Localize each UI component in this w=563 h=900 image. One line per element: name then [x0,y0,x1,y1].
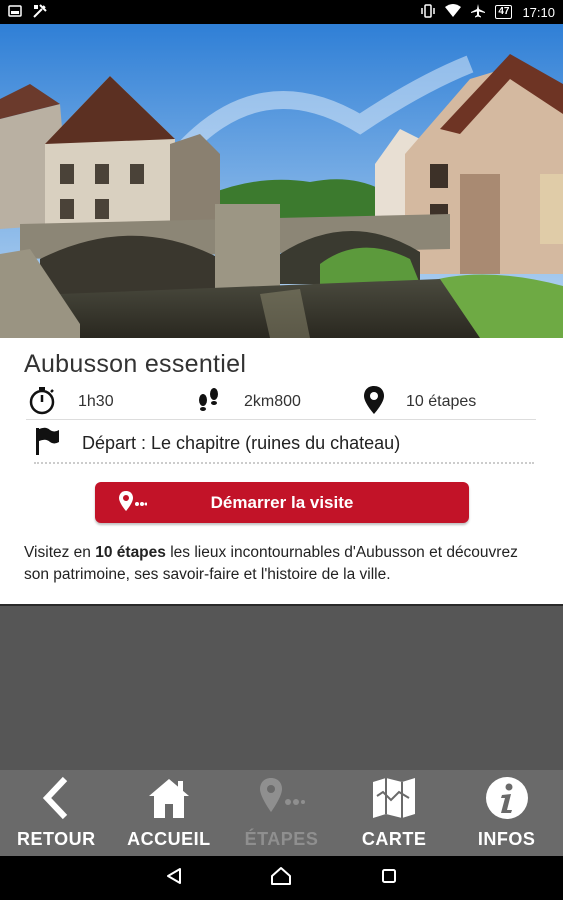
system-nav-bar [0,856,563,900]
map-icon [371,776,417,825]
nav-etapes-label: ÉTAPES [244,829,319,849]
description-prefix: Visitez en [24,544,96,561]
flag-icon [34,426,60,461]
distance-info: 2km800 [194,384,301,420]
location-pin-icon [362,385,386,420]
nav-accueil[interactable]: ACCUEIL [113,770,226,856]
square-icon [381,868,397,889]
nav-accueil-label: ACCUEIL [127,829,211,849]
start-visit-button[interactable]: Démarrer la visite [95,482,469,523]
steps-pin-icon [257,776,306,825]
bottom-nav: RETOUR ACCUEIL ÉTAPES CARTE INFOS [0,770,563,856]
battery-icon: 47 [495,5,513,19]
chevron-left-icon [41,776,71,825]
description-bold: 10 étapes [95,544,166,561]
distance-value: 2km800 [244,393,301,410]
duration-value: 1h30 [78,393,114,410]
departure-row: Départ : Le chapitre (ruines du chateau) [34,424,534,464]
steps-value: 10 étapes [406,393,477,410]
pin-key-icon [117,490,148,519]
notification-icon [8,4,22,21]
hero-image [0,24,563,338]
system-recents-button[interactable] [369,858,409,898]
tour-card: Aubusson essentiel 1h30 2km800 10 étapes… [0,338,563,606]
wifi-icon [445,3,462,21]
start-visit-label: Démarrer la visite [210,492,354,512]
nav-infos-label: INFOS [477,829,536,849]
tools-icon [32,3,48,22]
footsteps-icon [194,385,224,420]
departure-text: Départ : Le chapitre (ruines du chateau) [82,432,401,453]
clock: 17:10 [522,4,555,20]
info-icon [485,776,529,825]
tour-info-row: 1h30 2km800 10 étapes [26,384,536,420]
home-icon [147,776,191,825]
nav-carte-label: CARTE [361,829,427,849]
system-home-button[interactable] [261,858,301,898]
duration-info: 1h30 [26,384,114,420]
nav-retour-label: RETOUR [16,829,96,849]
steps-info: 10 étapes [362,384,476,420]
nav-etapes[interactable]: ÉTAPES [225,770,338,856]
system-back-button[interactable] [154,858,194,898]
status-bar: 47 17:10 [0,0,563,24]
nav-infos[interactable]: INFOS [450,770,563,856]
stopwatch-icon [26,384,58,421]
vibrate-icon [421,3,436,21]
tour-description: Visitez en 10 étapes les lieux incontour… [24,542,544,586]
airplane-icon [471,3,486,21]
nav-retour[interactable]: RETOUR [0,770,113,856]
tour-title: Aubusson essentiel [24,350,247,378]
nav-carte[interactable]: CARTE [338,770,451,856]
back-triangle-icon [165,867,183,890]
home-outline-icon [270,866,292,891]
